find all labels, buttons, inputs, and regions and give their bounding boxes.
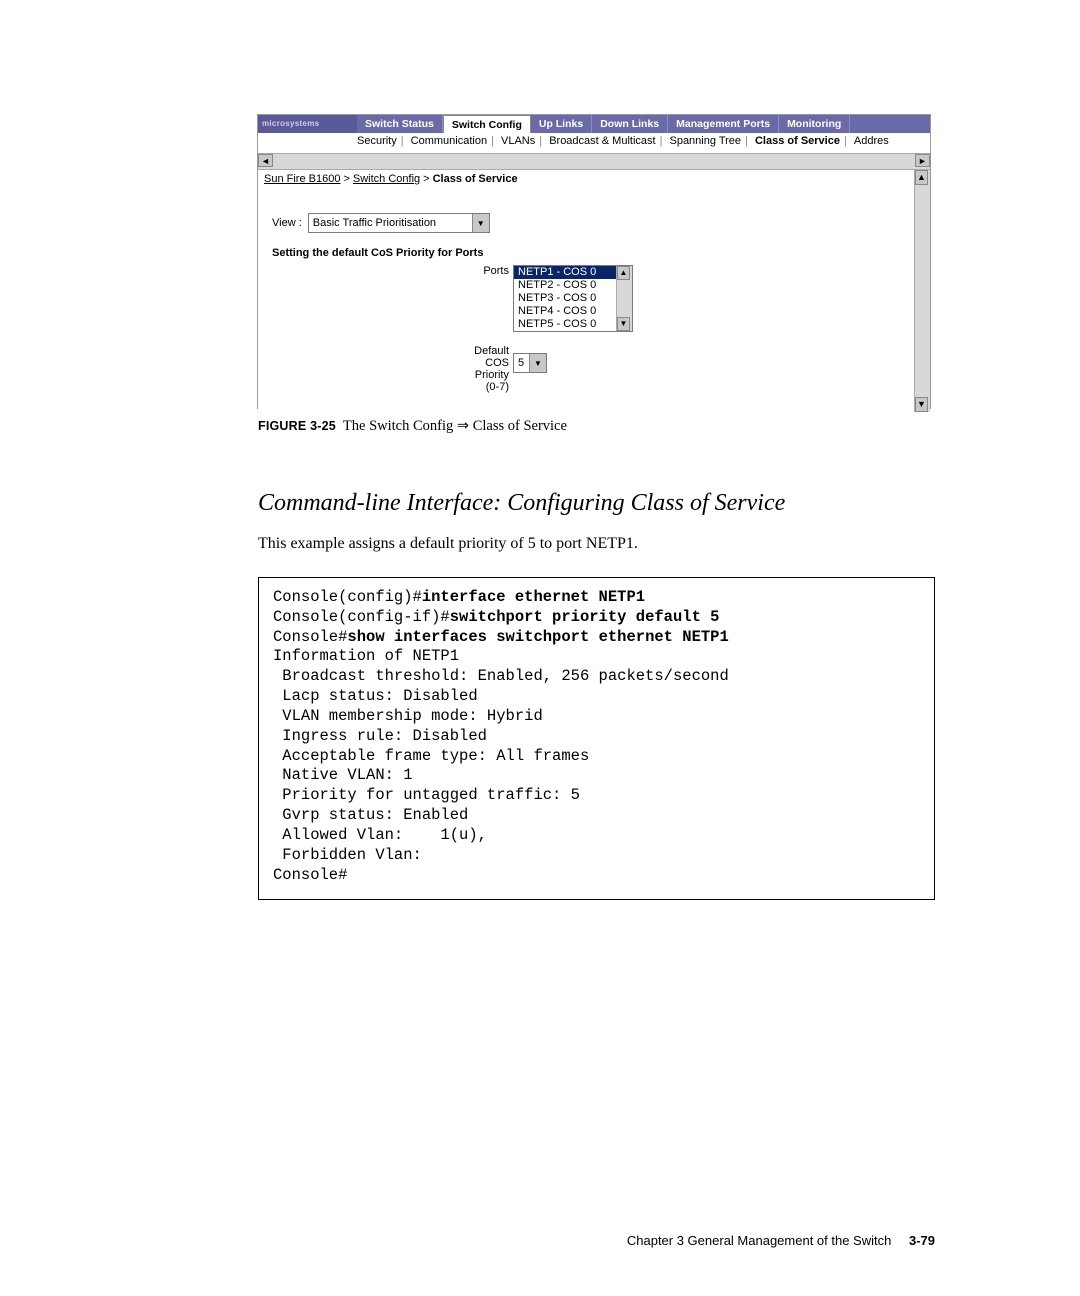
default-cos-label: DefaultCOSPriority(0-7) — [443, 345, 509, 393]
cli-prompt: Console# — [273, 628, 347, 646]
hscrollbar[interactable]: ◄ ► — [258, 153, 930, 170]
secondary-nav: Security| Communication| VLANs| Broadcas… — [258, 133, 930, 153]
view-select[interactable]: Basic Traffic Prioritisation ▼ — [308, 213, 490, 233]
footer-page-number: 3-79 — [895, 1233, 935, 1248]
tab-down-links[interactable]: Down Links — [592, 115, 668, 133]
intro-paragraph: This example assigns a default priority … — [258, 535, 935, 553]
ports-listbox[interactable]: NETP1 - COS 0 NETP2 - COS 0 NETP3 - COS … — [513, 265, 633, 332]
cli-output: Information of NETP1 — [273, 647, 459, 665]
section-heading: Setting the default CoS Priority for Por… — [272, 247, 930, 259]
chevron-down-icon[interactable]: ▼ — [529, 354, 546, 372]
ports-option[interactable]: NETP5 - COS 0 — [514, 318, 632, 331]
figure-caption: FIGURE 3-25 The Switch Config ⇒ Class of… — [258, 418, 935, 435]
tab-switch-status[interactable]: Switch Status — [357, 115, 443, 133]
cli-output: Allowed Vlan: 1(u), — [273, 826, 487, 844]
subnav-vlans[interactable]: VLANs — [498, 135, 538, 147]
ports-option[interactable]: NETP2 - COS 0 — [514, 279, 632, 292]
tab-monitoring[interactable]: Monitoring — [779, 115, 850, 133]
cli-example: Console(config)#interface ethernet NETP1… — [258, 577, 935, 900]
tab-up-links[interactable]: Up Links — [531, 115, 592, 133]
scroll-right-icon[interactable]: ► — [915, 154, 930, 167]
cli-output: Native VLAN: 1 — [273, 766, 413, 784]
page-footer: Chapter 3 General Management of the Swit… — [627, 1233, 935, 1248]
primary-tabs: microsystems Switch Status Switch Config… — [258, 115, 930, 133]
default-cos-select[interactable]: 5 ▼ — [513, 353, 547, 373]
subnav-spanning[interactable]: Spanning Tree — [666, 135, 744, 147]
subnav-communication[interactable]: Communication — [408, 135, 490, 147]
listbox-scrollbar[interactable]: ▲ ▼ — [616, 266, 632, 331]
scroll-up-icon[interactable]: ▲ — [915, 170, 928, 185]
figure-number: FIGURE 3-25 — [258, 419, 336, 433]
ports-option[interactable]: NETP3 - COS 0 — [514, 292, 632, 305]
brand-logo: microsystems — [258, 115, 357, 133]
cli-output: Broadcast threshold: Enabled, 256 packet… — [273, 667, 729, 685]
cli-prompt: Console(config)# — [273, 588, 422, 606]
scroll-up-icon[interactable]: ▲ — [617, 266, 630, 280]
cli-output: Ingress rule: Disabled — [273, 727, 487, 745]
view-label: View : — [272, 217, 302, 229]
breadcrumb: Sun Fire B1600>Switch Config>Class of Se… — [258, 170, 930, 188]
ports-option[interactable]: NETP4 - COS 0 — [514, 305, 632, 318]
footer-chapter: Chapter 3 General Management of the Swit… — [627, 1233, 891, 1248]
subnav-security[interactable]: Security — [354, 135, 400, 147]
cli-prompt: Console# — [273, 866, 347, 884]
scroll-down-icon[interactable]: ▼ — [617, 317, 630, 331]
caption-text-b: Class of Service — [469, 418, 567, 434]
tab-management-ports[interactable]: Management Ports — [668, 115, 779, 133]
ports-label: Ports — [469, 265, 509, 277]
caption-text-a: The Switch Config — [343, 418, 457, 434]
cli-output: Acceptable frame type: All frames — [273, 747, 589, 765]
crumb-root[interactable]: Sun Fire B1600 — [264, 173, 340, 185]
scroll-down-icon[interactable]: ▼ — [915, 397, 928, 412]
subnav-cos[interactable]: Class of Service — [752, 135, 843, 147]
crumb-leaf: Class of Service — [433, 173, 518, 185]
cli-section-heading: Command-line Interface: Configuring Clas… — [258, 490, 935, 517]
tab-switch-config[interactable]: Switch Config — [443, 115, 531, 133]
cli-output: Priority for untagged traffic: 5 — [273, 786, 580, 804]
cli-output: Forbidden Vlan: — [273, 846, 422, 864]
cli-output: Lacp status: Disabled — [273, 687, 478, 705]
chevron-down-icon[interactable]: ▼ — [472, 214, 489, 232]
cli-output: VLAN membership mode: Hybrid — [273, 707, 543, 725]
ports-option[interactable]: NETP1 - COS 0 — [514, 266, 632, 279]
crumb-mid[interactable]: Switch Config — [353, 173, 420, 185]
scroll-left-icon[interactable]: ◄ — [258, 154, 273, 167]
cli-output: Gvrp status: Enabled — [273, 806, 468, 824]
switch-config-screenshot: microsystems Switch Status Switch Config… — [258, 115, 930, 408]
cli-prompt: Console(config-if)# — [273, 608, 450, 626]
vscrollbar[interactable]: ▲ ▼ — [914, 170, 930, 412]
content-pane: Sun Fire B1600>Switch Config>Class of Se… — [258, 170, 930, 412]
cli-cmd: switchport priority default 5 — [450, 608, 720, 626]
subnav-address[interactable]: Addres — [851, 135, 892, 147]
cli-cmd: interface ethernet NETP1 — [422, 588, 645, 606]
view-select-value: Basic Traffic Prioritisation — [309, 217, 454, 229]
cli-cmd: show interfaces switchport ethernet NETP… — [347, 628, 728, 646]
subnav-broadcast[interactable]: Broadcast & Multicast — [546, 135, 658, 147]
